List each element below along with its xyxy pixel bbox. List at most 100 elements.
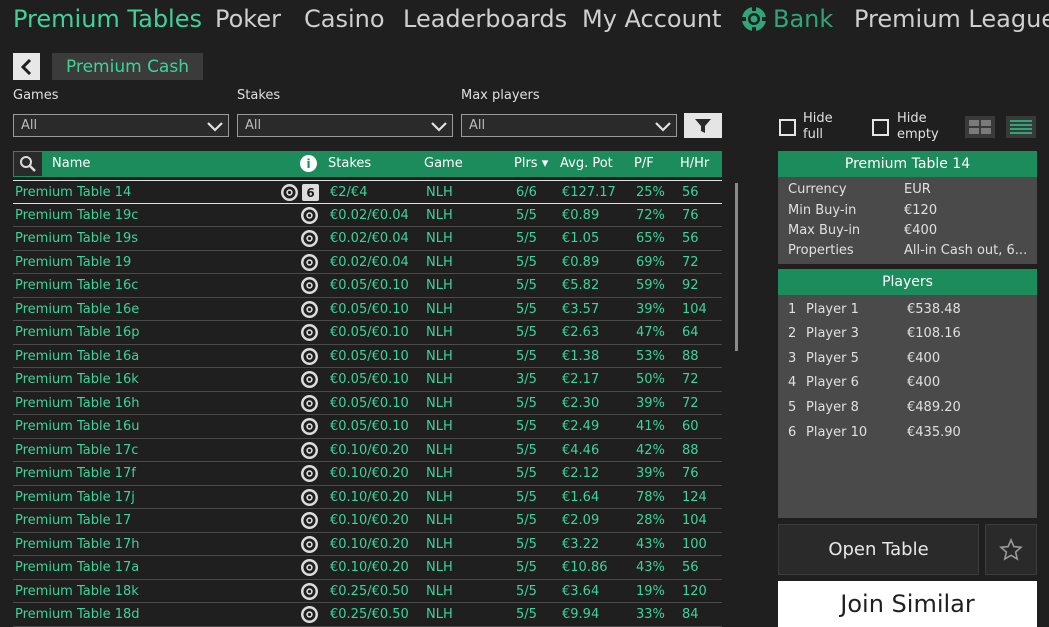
table-search-button[interactable] (13, 151, 43, 177)
filter-button[interactable] (684, 113, 722, 138)
chip-icon (301, 606, 318, 623)
table-row[interactable]: Premium Table 17j €0.10/€0.20 NLH 5/5 €1.64 7… (13, 486, 722, 509)
nav-leaderboards[interactable]: Leaderboards (403, 5, 567, 33)
info-icon[interactable]: i (300, 155, 317, 172)
table-row[interactable]: Premium Table 19 €0.02/€0.04 NLH 5/5 €0.89 69… (13, 251, 722, 274)
player-name: Player 10 (806, 425, 868, 440)
details-min-buyin-value: €120 (904, 203, 938, 218)
player-stack: €538.48 (907, 302, 961, 317)
search-icon (20, 156, 36, 172)
table-row[interactable]: Premium Table 16c €0.05/€0.10 NLH 5/5 €5.82 5… (13, 274, 722, 298)
col-game[interactable]: Game (424, 156, 463, 171)
details-max-buyin-value: €400 (904, 223, 938, 238)
col-hhr[interactable]: H/Hr (680, 156, 709, 171)
row-hands-per-hour: 56 (682, 560, 699, 575)
row-game: NLH (426, 185, 453, 200)
row-players: 5/5 (516, 513, 537, 528)
row-hands-per-hour: 56 (682, 185, 699, 200)
player-seat: 2 (788, 326, 797, 341)
row-name: Premium Table 18d (15, 607, 140, 622)
row-game: NLH (426, 254, 453, 270)
row-hands-per-hour: 88 (682, 442, 699, 458)
row-name: Premium Table 17c (15, 442, 139, 458)
nav-premium-league[interactable]: Premium League (854, 5, 1049, 33)
row-pf: 69% (636, 254, 665, 270)
nav-poker[interactable]: Poker (215, 5, 281, 33)
table-row[interactable]: Premium Table 16a €0.05/€0.10 NLH 5/5 €1.38 5… (13, 345, 722, 368)
table-row[interactable]: Premium Table 17a €0.10/€0.20 NLH 5/5 €10.86… (13, 556, 722, 580)
table-row[interactable]: Premium Table 16e €0.05/€0.10 NLH 5/5 €3.57 3… (13, 298, 722, 321)
hide-full-checkbox[interactable] (779, 119, 796, 136)
table-row[interactable]: Premium Table 14 €2/€4 NLH 6/6 €127.17 25% 56 6 (13, 180, 722, 204)
row-avg-pot: €2.12 (562, 466, 600, 481)
row-name: Premium Table 16e (15, 301, 140, 317)
row-stakes: €0.02/€0.04 (330, 254, 409, 270)
row-name: Premium Table 16u (15, 419, 140, 434)
seat-count-badge: 6 (302, 184, 319, 201)
col-name[interactable]: Name (52, 156, 90, 171)
nav-bank[interactable]: Bank (741, 5, 833, 33)
chip-icon (301, 488, 318, 506)
table-scrollbar[interactable] (735, 183, 738, 351)
row-stakes: €0.10/€0.20 (330, 466, 409, 481)
table-row[interactable]: Premium Table 19s €0.02/€0.04 NLH 5/5 €1.05 6… (13, 227, 722, 251)
favorite-button[interactable] (985, 524, 1037, 575)
table-row[interactable]: Premium Table 17h €0.10/€0.20 NLH 5/5 €3.22 4… (13, 533, 722, 556)
player-seat: 6 (788, 425, 797, 440)
row-game: NLH (426, 348, 453, 364)
row-name: Premium Table 17a (15, 560, 140, 575)
hide-empty-label: Hide empty (897, 111, 939, 142)
col-stakes[interactable]: Stakes (328, 156, 371, 171)
tab-premium-cash[interactable]: Premium Cash (52, 53, 203, 80)
back-button[interactable] (13, 53, 40, 80)
table-row[interactable]: Premium Table 16h €0.05/€0.10 NLH 5/5 €2.30 3… (13, 392, 722, 415)
table-row[interactable]: Premium Table 19c €0.02/€0.04 NLH 5/5 €0.89 7… (13, 204, 722, 227)
player-stack: €489.20 (907, 400, 961, 415)
chip-icon (281, 184, 298, 201)
games-select[interactable]: All (13, 114, 229, 137)
table-row[interactable]: Premium Table 16u €0.05/€0.10 NLH 5/5 €2.49 4… (13, 415, 722, 439)
row-avg-pot: €3.64 (562, 583, 600, 599)
row-hands-per-hour: 64 (682, 325, 699, 340)
row-game: NLH (426, 489, 453, 505)
table-row[interactable]: Premium Table 16k €0.05/€0.10 NLH 3/5 €2.17 5… (13, 368, 722, 392)
open-table-button[interactable]: Open Table (778, 524, 979, 575)
table-row[interactable]: Premium Table 17c €0.10/€0.20 NLH 5/5 €4.46 4… (13, 439, 722, 462)
grid-view-button[interactable] (965, 116, 995, 138)
chip-icon (301, 441, 318, 459)
chevron-left-icon (20, 58, 31, 75)
row-name: Premium Table 18k (15, 583, 139, 599)
hide-empty-checkbox[interactable] (872, 119, 889, 136)
nav-my-account[interactable]: My Account (582, 5, 721, 33)
row-players: 3/5 (516, 372, 537, 387)
col-avg-pot[interactable]: Avg. Pot (560, 156, 613, 171)
table-row[interactable]: Premium Table 18k €0.25/€0.50 NLH 5/5 €3.64 1… (13, 580, 722, 603)
row-pf: 50% (636, 372, 665, 387)
player-seat: 4 (788, 375, 797, 390)
join-similar-button[interactable]: Join Similar (778, 581, 1037, 627)
row-players: 5/5 (516, 466, 537, 481)
nav-casino[interactable]: Casino (304, 5, 385, 33)
table-row[interactable]: Premium Table 18d €0.25/€0.50 NLH 5/5 €9.94 3… (13, 603, 722, 627)
nav-premium-tables[interactable]: Premium Tables (13, 5, 202, 33)
chip-icon (742, 7, 766, 31)
list-view-button[interactable] (1006, 116, 1036, 138)
row-stakes: €2/€4 (330, 185, 368, 200)
row-game: NLH (426, 372, 453, 387)
col-pf[interactable]: P/F (634, 156, 654, 171)
table-row[interactable]: Premium Table 17f €0.10/€0.20 NLH 5/5 €2.12 3… (13, 462, 722, 486)
table-row[interactable]: Premium Table 17 €0.10/€0.20 NLH 5/5 €2.09 28… (13, 509, 722, 533)
row-name: Premium Table 16a (15, 348, 140, 364)
details-title: Premium Table 14 (778, 151, 1037, 177)
row-pf: 78% (636, 489, 665, 505)
player-name: Player 8 (806, 400, 859, 415)
row-players: 5/5 (516, 207, 537, 223)
player-stack: €108.16 (907, 326, 961, 341)
max-players-select[interactable]: All (461, 114, 677, 137)
row-avg-pot: €10.86 (562, 560, 608, 575)
stakes-select[interactable]: All (237, 114, 453, 137)
max-players-label: Max players (461, 88, 540, 103)
col-plrs[interactable]: Plrs ▾ (514, 156, 548, 171)
row-stakes: €0.10/€0.20 (330, 442, 409, 458)
table-row[interactable]: Premium Table 16p €0.05/€0.10 NLH 5/5 €2.63 4… (13, 321, 722, 345)
